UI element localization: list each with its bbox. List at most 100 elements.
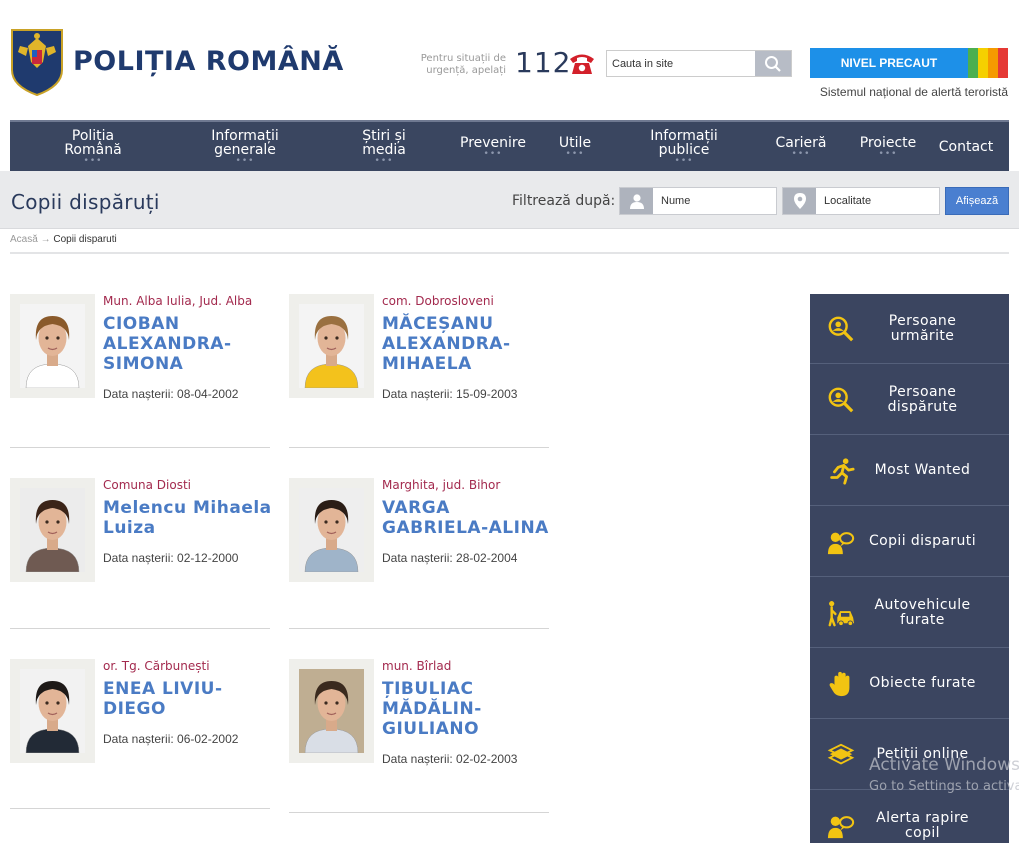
nav-item[interactable]: Informații publice ••• bbox=[621, 122, 747, 171]
emergency-text: Pentru situații de urgență, apelați bbox=[420, 53, 506, 76]
dots-icon: ••• bbox=[878, 149, 898, 159]
person-birthdate: Data nașterii: 06-02-2002 bbox=[103, 732, 239, 746]
show-button[interactable]: Afișează bbox=[945, 187, 1009, 215]
sidebar-item[interactable]: Persoane urmărite bbox=[810, 294, 1009, 364]
person-name[interactable]: MĂCEȘANU ALEXANDRA-MIHAELA bbox=[382, 314, 552, 374]
person-card[interactable]: mun. Bîrlad ȚIBULIAC MĂDĂLIN-GIULIANO Data… bbox=[289, 659, 549, 813]
sidebar-item-label: Most Wanted bbox=[860, 463, 985, 478]
alert-level-strip bbox=[968, 48, 978, 78]
search-person-icon bbox=[826, 385, 856, 415]
person-location: Comuna Diosti bbox=[103, 478, 191, 492]
dots-icon: ••• bbox=[83, 156, 103, 166]
divider bbox=[289, 628, 549, 629]
dots-icon: ••• bbox=[674, 156, 694, 166]
nav-item[interactable]: Prevenire ••• bbox=[441, 122, 545, 171]
windows-watermark: Activate Windows bbox=[869, 755, 1019, 775]
alert-level-button[interactable]: NIVEL PRECAUT bbox=[810, 48, 968, 78]
hand-icon bbox=[826, 669, 856, 699]
sidebar-label-line: urmărite bbox=[890, 327, 955, 344]
sidebar-item[interactable]: Persoane dispărute bbox=[810, 365, 1009, 435]
person-photo-frame[interactable] bbox=[10, 294, 95, 398]
sidebar-label-line: Alerta rapire bbox=[876, 809, 969, 826]
person-name[interactable]: VARGA GABRIELA-ALINA bbox=[382, 498, 552, 538]
alert-level-strip bbox=[988, 48, 998, 78]
sidebar-label-line: Persoane bbox=[888, 312, 957, 329]
sidebar-label-line: furate bbox=[900, 611, 945, 628]
alert-level-strip bbox=[998, 48, 1008, 78]
sidebar-item-label: Obiecte furate bbox=[860, 676, 985, 691]
sidebar-item[interactable]: Obiecte furate bbox=[810, 649, 1009, 719]
documents-icon bbox=[826, 740, 856, 770]
dots-icon: ••• bbox=[374, 156, 394, 166]
sidebar-item-label: Copii disparuti bbox=[860, 534, 985, 549]
phone-icon bbox=[570, 54, 594, 74]
user-icon bbox=[629, 194, 644, 209]
name-filter bbox=[619, 187, 777, 215]
nav-item[interactable]: Poliția Română ••• bbox=[47, 122, 139, 171]
alert-caption: Sistemul național de alertă teroristă bbox=[819, 85, 1008, 99]
sidebar-item-label: Persoane urmărite bbox=[860, 312, 985, 344]
sidebar-label-line: dispărute bbox=[887, 398, 958, 415]
name-filter-input[interactable] bbox=[653, 188, 773, 214]
filter-label: Filtrează după: bbox=[512, 193, 616, 209]
person-card[interactable]: or. Tg. Cărbunești ENEA LIVIU-DIEGO Data n… bbox=[10, 659, 270, 809]
main-nav: Poliția Română ••• Informații generale ••• Ști… bbox=[10, 120, 1009, 171]
page-title: Copii dispăruți bbox=[11, 190, 160, 214]
person-name[interactable]: Melencu Mihaela Luiza bbox=[103, 498, 273, 538]
breadcrumb-separator: → bbox=[40, 234, 51, 245]
nav-item[interactable]: Utile ••• bbox=[547, 122, 603, 171]
breadcrumb-current: Copii disparuti bbox=[53, 234, 117, 245]
person-card[interactable]: com. Dobrosloveni MĂCEȘANU ALEXANDRA-MIHA… bbox=[289, 294, 549, 448]
person-photo-frame[interactable] bbox=[10, 478, 95, 582]
search-input[interactable] bbox=[607, 51, 755, 76]
nav-label: Prevenire bbox=[460, 135, 526, 151]
search-person-icon bbox=[826, 314, 856, 344]
person-photo bbox=[299, 669, 364, 753]
person-photo-frame[interactable] bbox=[289, 294, 374, 398]
nav-item[interactable]: Carieră ••• bbox=[762, 122, 840, 171]
sidebar-item[interactable]: Alerta rapire copil bbox=[810, 791, 1009, 843]
nav-item[interactable]: Informații generale ••• bbox=[187, 122, 303, 171]
sidebar-label-line: copil bbox=[905, 824, 940, 841]
search-icon bbox=[765, 55, 781, 72]
search-button[interactable] bbox=[755, 51, 791, 76]
nav-label: publice bbox=[658, 142, 710, 158]
city-filter-input[interactable] bbox=[816, 188, 936, 214]
sidebar-item-label: Persoane dispărute bbox=[860, 384, 985, 415]
person-photo bbox=[20, 488, 85, 572]
person-photo-frame[interactable] bbox=[289, 659, 374, 763]
nav-item[interactable]: Contact bbox=[931, 122, 1001, 171]
person-card[interactable]: Marghita, jud. Bihor VARGA GABRIELA-ALINA… bbox=[289, 478, 549, 629]
nav-label: Contact bbox=[938, 138, 994, 155]
nav-label: Știri și bbox=[362, 128, 406, 144]
sidebar-item[interactable]: Copii disparuti bbox=[810, 507, 1009, 577]
divider bbox=[10, 808, 270, 809]
person-location: mun. Bîrlad bbox=[382, 659, 452, 673]
car-icon bbox=[826, 598, 856, 628]
site-logo[interactable]: POLIȚIA ROMÂNĂ bbox=[10, 26, 344, 96]
divider bbox=[10, 252, 1009, 254]
person-location: or. Tg. Cărbunești bbox=[103, 659, 210, 673]
person-name[interactable]: ENEA LIVIU-DIEGO bbox=[103, 679, 273, 719]
person-card[interactable]: Comuna Diosti Melencu Mihaela Luiza Data n… bbox=[10, 478, 273, 629]
nav-label: Informații bbox=[650, 128, 718, 144]
person-photo-frame[interactable] bbox=[289, 478, 374, 582]
sidebar-item[interactable]: Most Wanted bbox=[810, 436, 1009, 506]
person-photo-frame[interactable] bbox=[10, 659, 95, 763]
nav-item[interactable]: Proiecte ••• bbox=[845, 122, 931, 171]
breadcrumb-home[interactable]: Acasă bbox=[10, 234, 38, 245]
sidebar-item[interactable]: Autovehicule furate bbox=[810, 578, 1009, 648]
divider bbox=[289, 447, 549, 448]
person-photo bbox=[20, 304, 85, 388]
person-name[interactable]: ȚIBULIAC MĂDĂLIN-GIULIANO bbox=[382, 679, 552, 739]
person-photo bbox=[20, 669, 85, 753]
dots-icon: ••• bbox=[791, 149, 811, 159]
person-name[interactable]: CIOBAN ALEXANDRA-SIMONA bbox=[103, 314, 273, 374]
sidebar-label-line: Autovehicule bbox=[874, 596, 971, 613]
person-card[interactable]: Mun. Alba Iulia, Jud. Alba CIOBAN ALEXAND… bbox=[10, 294, 270, 448]
alert-level-strip bbox=[978, 48, 988, 78]
breadcrumb: Acasă → Copii disparuti bbox=[10, 234, 117, 245]
person-birthdate: Data nașterii: 28-02-2004 bbox=[382, 551, 518, 565]
nav-item[interactable]: Știri și media ••• bbox=[335, 122, 433, 171]
person-location: Mun. Alba Iulia, Jud. Alba bbox=[103, 294, 253, 308]
